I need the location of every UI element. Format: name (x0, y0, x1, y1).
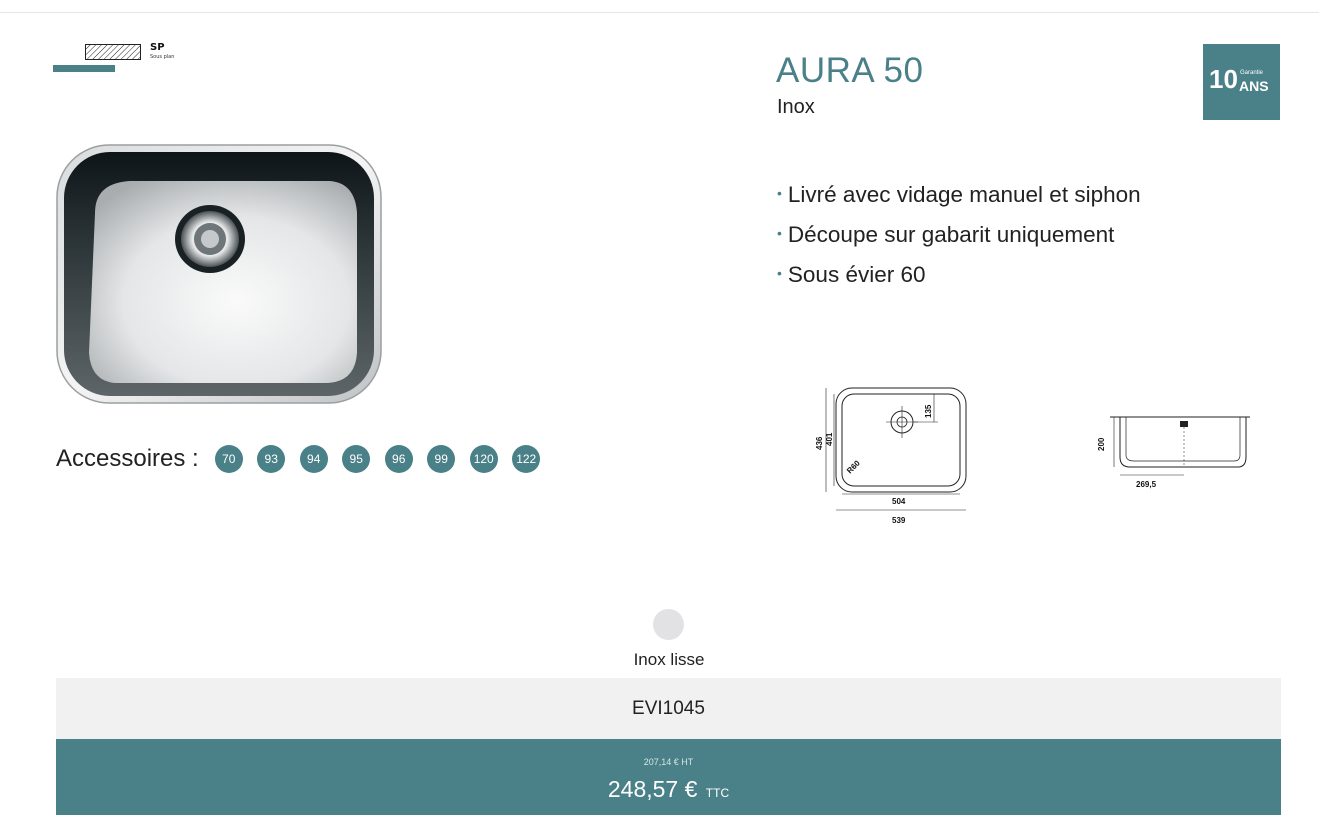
dimension-height: 200 (1097, 437, 1106, 451)
dimension-width-outer: 539 (892, 516, 906, 525)
sink-product-image (56, 144, 382, 404)
accessory-badge[interactable]: 122 (512, 445, 541, 473)
accessories-row: Accessoires : 70 93 94 95 96 99 120 122 (56, 444, 555, 474)
finish-label: Inox lisse (633, 650, 705, 669)
dimension-width-inner: 504 (892, 497, 906, 506)
bullet-icon: • (777, 265, 782, 281)
reference-band: EVI1045 (56, 678, 1281, 739)
accessory-badge[interactable]: 70 (214, 445, 243, 473)
feature-text: Livré avec vidage manuel et siphon (787, 182, 1141, 207)
feature-item: • Découpe sur gabarit uniquement (777, 216, 1141, 256)
price-excl-tax: 207,14 € HT (643, 757, 694, 767)
price-tax-unit: TTC (705, 786, 730, 800)
installation-description: Sous plan (150, 54, 175, 60)
price-band: 207,14 € HT 248,57 € TTC (56, 739, 1281, 815)
feature-text: Sous évier 60 (787, 262, 926, 287)
dimension-radius: R60 (845, 458, 862, 475)
bullet-icon: • (777, 185, 782, 201)
sink-position-bar (53, 65, 115, 72)
installation-code: SP (150, 42, 165, 53)
installation-type-badge: SP Sous plan (53, 42, 193, 74)
dimension-drain-position: 269,5 (1136, 480, 1157, 489)
product-material: Inox (777, 96, 815, 118)
warranty-years: 10 (1209, 64, 1238, 94)
feature-text: Découpe sur gabarit uniquement (787, 222, 1115, 247)
accessory-badge[interactable]: 96 (384, 445, 413, 473)
accessory-badge[interactable]: 93 (257, 445, 286, 473)
dimension-drain-offset: 135 (924, 404, 933, 418)
accessory-badge[interactable]: 99 (427, 445, 456, 473)
dimension-depth-inner: 401 (825, 432, 834, 446)
bullet-icon: • (777, 225, 782, 241)
feature-item: • Livré avec vidage manuel et siphon (777, 176, 1141, 216)
price-incl-tax-row: 248,57 € TTC (56, 775, 1281, 807)
accessory-badge[interactable]: 120 (469, 445, 498, 473)
accessory-badge[interactable]: 95 (342, 445, 371, 473)
technical-drawing-side-view: 200 269,5 (1097, 416, 1250, 489)
feature-list: • Livré avec vidage manuel et siphon • Déc… (777, 176, 1141, 296)
dimension-depth-outer: 436 (815, 436, 824, 450)
finish-swatch[interactable] (653, 609, 684, 640)
product-title: AURA 50 (776, 51, 924, 90)
technical-drawing-top-view: 135 436 401 R60 504 539 (815, 387, 967, 525)
warranty-label-big: ANS (1239, 78, 1269, 94)
accessory-badge[interactable]: 94 (299, 445, 328, 473)
feature-item: • Sous évier 60 (777, 256, 1141, 296)
price-incl-tax: 248,57 € (607, 776, 698, 802)
warranty-label-small: Garantie (1240, 70, 1264, 76)
countertop-hatch-icon (85, 44, 141, 60)
top-divider (0, 12, 1319, 13)
warranty-badge: 10 Garantie ANS (1203, 44, 1280, 120)
product-reference: EVI1045 (632, 697, 705, 719)
accessories-label: Accessoires : (56, 445, 199, 472)
